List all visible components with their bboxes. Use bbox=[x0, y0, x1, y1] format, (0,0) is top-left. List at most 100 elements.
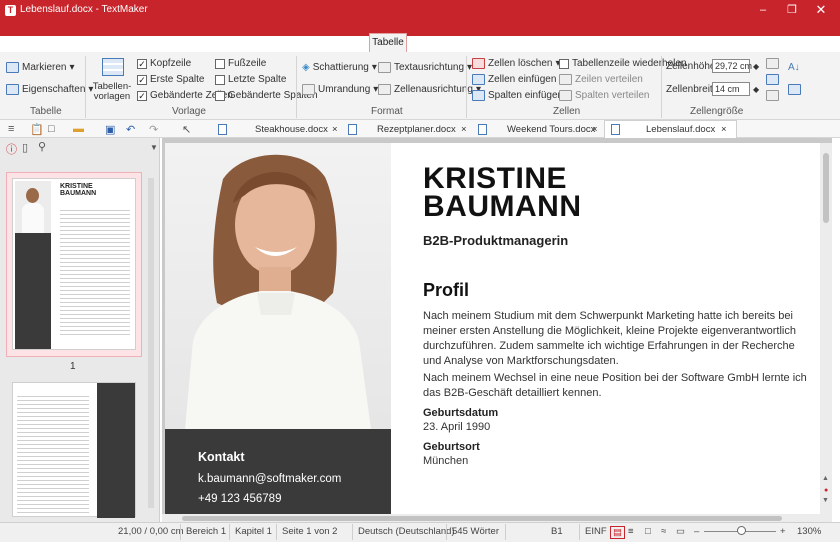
scrollbar-thumb[interactable] bbox=[182, 516, 782, 521]
undo-icon[interactable]: ↶ bbox=[126, 123, 135, 136]
profile-heading: Profil bbox=[423, 280, 470, 300]
pointer-icon[interactable]: ↖ bbox=[182, 123, 191, 136]
close-tab-icon[interactable]: × bbox=[592, 121, 598, 138]
close-tab-icon[interactable]: × bbox=[461, 121, 467, 138]
erste-spalte-checkbox[interactable]: ✓ Erste Spalte bbox=[137, 74, 204, 85]
page-view-icon[interactable]: ▤ bbox=[610, 526, 625, 539]
title-bar: T Lebenslauf.docx - TextMaker – ❐ ✕ bbox=[0, 0, 840, 36]
fullscreen-view-icon[interactable]: ▭ bbox=[676, 526, 685, 537]
zoom-level[interactable]: 130% bbox=[797, 526, 821, 537]
group-label-vorlage: Vorlage bbox=[172, 106, 206, 117]
pages-icon[interactable]: ▯ bbox=[22, 141, 28, 154]
clipboard-icon[interactable]: 📋 bbox=[30, 123, 44, 136]
letzte-spalte-checkbox[interactable]: Letzte Spalte bbox=[215, 74, 286, 85]
document-icon bbox=[611, 124, 620, 135]
menu-start[interactable]: Start bbox=[41, 38, 62, 49]
menu-verweise[interactable]: Verweise bbox=[148, 38, 189, 49]
error-icon[interactable]: ⓘ bbox=[6, 141, 17, 157]
thumbnail-text-lines bbox=[60, 207, 130, 337]
thumbnail-photo bbox=[15, 181, 51, 233]
zoom-out-icon[interactable]: – bbox=[694, 526, 699, 537]
doc-tab-lebenslauf[interactable]: Lebenslauf.docx bbox=[611, 121, 715, 138]
formula-icon[interactable] bbox=[788, 84, 801, 95]
umrandung-button[interactable]: Umrandung ▾ bbox=[302, 84, 378, 95]
checkbox-unchecked-icon bbox=[215, 74, 225, 85]
normal-view-icon[interactable]: ≡ bbox=[628, 526, 634, 537]
checkbox-unchecked-icon bbox=[215, 90, 225, 101]
zoom-slider-thumb[interactable] bbox=[737, 526, 746, 535]
autofit-icon[interactable] bbox=[766, 58, 779, 69]
tabellenvorlagen-button[interactable] bbox=[98, 58, 128, 76]
status-cell: B1 bbox=[551, 526, 563, 537]
scrollbar-thumb[interactable] bbox=[823, 153, 829, 223]
document-icon bbox=[478, 124, 487, 135]
restore-icon[interactable]: ❐ bbox=[781, 2, 803, 18]
doc-tab-rezeptplaner[interactable]: Rezeptplaner.docx bbox=[348, 121, 456, 138]
sort-icon[interactable]: A↓ bbox=[788, 62, 800, 73]
menu-einfuegen[interactable]: Einfügen bbox=[70, 38, 109, 49]
zoom-in-icon[interactable]: + bbox=[780, 526, 786, 537]
spinner-icon[interactable]: ◆ bbox=[753, 85, 759, 94]
close-tab-icon[interactable]: × bbox=[721, 121, 727, 138]
help-icon[interactable]: ? bbox=[808, 38, 814, 49]
page-thumbnail-2[interactable] bbox=[12, 382, 136, 518]
zellen-loeschen-button[interactable]: Zellen löschen ▾ bbox=[472, 58, 561, 69]
spalten-einfuegen-button[interactable]: Spalten einfügen▾ bbox=[472, 90, 571, 101]
status-word-count: 545 Wörter bbox=[452, 526, 499, 537]
spinner-icon[interactable]: ◆ bbox=[753, 62, 759, 71]
table-properties-icon bbox=[6, 84, 19, 95]
zeilen-verteilen-button[interactable]: Zeilen verteilen bbox=[559, 74, 643, 85]
close-icon[interactable]: ✕ bbox=[810, 2, 832, 18]
redo-icon[interactable]: ↷ bbox=[149, 123, 158, 136]
open-folder-icon[interactable]: ▬ bbox=[73, 123, 84, 135]
panel-dropdown-icon[interactable]: ▼ bbox=[150, 143, 158, 152]
minimize-icon[interactable]: – bbox=[752, 2, 774, 18]
save-icon[interactable]: ▣ bbox=[105, 123, 115, 136]
menu-lines-icon[interactable]: ≡ bbox=[8, 123, 14, 135]
menu-ansicht[interactable]: Ansicht bbox=[303, 38, 336, 49]
markieren-button[interactable]: Markieren ▾ bbox=[6, 62, 75, 73]
status-language[interactable]: Deutsch (Deutschland) bbox=[358, 526, 455, 537]
spalten-verteilen-button[interactable]: Spalten verteilen bbox=[559, 90, 650, 101]
fusszeile-checkbox[interactable]: Fußzeile bbox=[215, 58, 266, 69]
zellenhoehe-input[interactable]: 29,72 cm ◆ bbox=[712, 59, 759, 73]
doc-tab-steakhouse[interactable]: Steakhouse.docx bbox=[218, 121, 328, 138]
doc-tab-weekend-tours[interactable]: Weekend Tours.docx bbox=[478, 121, 595, 138]
outline-view-icon[interactable]: □ bbox=[645, 526, 651, 537]
eigenschaften-button[interactable]: Eigenschaften ▾ bbox=[6, 84, 93, 95]
scroll-down-icon[interactable]: ▼ bbox=[822, 497, 829, 504]
zellenbreite-input[interactable]: 14 cm ◆ bbox=[712, 82, 759, 96]
document-icon bbox=[348, 124, 357, 135]
status-separator bbox=[229, 524, 230, 540]
nav-dot-icon[interactable]: ● bbox=[824, 487, 828, 494]
kopfzeile-checkbox[interactable]: ✓ Kopfzeile bbox=[137, 58, 191, 69]
search-icon[interactable]: ⚲ bbox=[38, 140, 46, 153]
scroll-up-icon[interactable]: ▲ bbox=[822, 475, 829, 482]
autofit-window-icon[interactable] bbox=[766, 90, 779, 101]
text-direction-icon bbox=[378, 62, 391, 73]
menu-layout[interactable]: Layout bbox=[113, 38, 143, 49]
birthplace-value: München bbox=[423, 455, 469, 467]
contact-heading: Kontakt bbox=[198, 450, 245, 464]
textausrichtung-button[interactable]: Textausrichtung ▾ bbox=[378, 62, 472, 73]
schattierung-button[interactable]: ◈ Schattierung ▾ bbox=[302, 62, 377, 73]
profile-paragraph-1: Nach meinem Studium mit dem Schwerpunkt … bbox=[423, 310, 796, 367]
contact-phone: +49 123 456789 bbox=[198, 493, 282, 505]
vertical-scrollbar[interactable]: ▲ ● ▼ bbox=[820, 143, 832, 515]
new-document-icon[interactable]: □ bbox=[48, 123, 55, 135]
thumbnail-sidebar bbox=[15, 233, 51, 349]
panel-scrollbar[interactable] bbox=[148, 178, 154, 508]
zellen-einfuegen-button[interactable]: Zellen einfügen▾ bbox=[472, 74, 564, 85]
menu-tabelle[interactable]: Tabelle bbox=[369, 33, 407, 53]
portrait-illustration bbox=[185, 154, 371, 429]
status-insert-mode[interactable]: EINF bbox=[585, 526, 607, 537]
paint-bucket-icon: ◈ bbox=[302, 62, 310, 73]
collapse-ribbon-icon[interactable]: ^ bbox=[824, 38, 829, 49]
menu-ueberarbeiten[interactable]: Überarbeiten bbox=[245, 38, 303, 49]
master-view-icon[interactable]: ≈ bbox=[661, 526, 666, 537]
autofit-width-icon[interactable] bbox=[766, 74, 779, 85]
menu-datei[interactable]: Datei bbox=[11, 38, 34, 49]
page-thumbnail-1[interactable]: KRISTINE BAUMANN bbox=[12, 178, 136, 350]
menu-sendungen[interactable]: Sendungen bbox=[192, 38, 243, 49]
close-tab-icon[interactable]: × bbox=[332, 121, 338, 138]
